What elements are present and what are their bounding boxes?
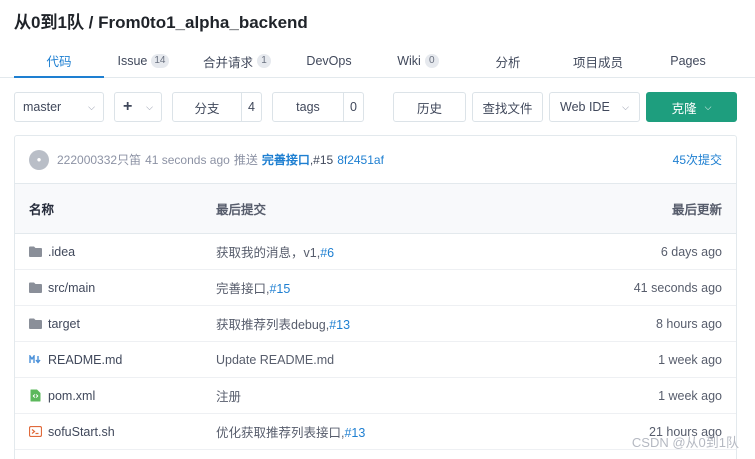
tags-button[interactable]: tags 0	[272, 92, 364, 122]
tab-issue[interactable]: Issue 14	[110, 44, 176, 78]
file-name-link[interactable]: pom.xml	[48, 389, 95, 403]
updated-time: 6 days ago	[660, 244, 722, 259]
avatar[interactable]: ●	[29, 149, 49, 170]
repo-tabs: 代码 Issue 14 合并请求 1 DevOps Wiki 0 分析 项目成员 Pa…	[0, 44, 755, 78]
history-button[interactable]: 历史	[393, 92, 466, 122]
file-name-link[interactable]: src/main	[48, 281, 95, 295]
chevron-down-icon: ⌵	[146, 101, 153, 112]
clone-button[interactable]: 克隆 ⌵	[646, 92, 737, 122]
repo-title: 从0到1队 / From0to1_alpha_backend	[14, 13, 308, 32]
commit-verb: 推送	[233, 153, 258, 167]
merge-request-count-badge: 1	[257, 54, 271, 68]
commit-message[interactable]: Update README.md	[216, 353, 334, 367]
file-name-link[interactable]: sofuStart.sh	[48, 425, 115, 439]
updated-time: 41 seconds ago	[633, 280, 722, 295]
tab-analytics[interactable]: 分析	[482, 44, 534, 78]
table-row[interactable]: target 获取推荐列表debug,#13 8 hours ago	[15, 306, 736, 342]
pr-ref-link[interactable]: #13	[329, 318, 350, 332]
commit-message[interactable]: 完善接口,	[216, 282, 269, 296]
table-row[interactable]: .idea 获取我的消息，v1,#6 6 days ago	[15, 234, 736, 270]
commit-message[interactable]: 获取推荐列表debug,	[216, 318, 329, 332]
pr-ref-link[interactable]: #13	[344, 426, 365, 440]
tab-merge-requests[interactable]: 合并请求 1	[196, 44, 278, 78]
web-ide-button[interactable]: Web IDE ⌵	[549, 92, 640, 122]
commit-message[interactable]: 注册	[216, 390, 241, 404]
pr-ref-link[interactable]: #6	[320, 246, 334, 260]
column-header-last-updated: 最后更新	[671, 203, 722, 217]
table-row[interactable]: README.md Update README.md 1 week ago	[15, 342, 736, 378]
tab-wiki[interactable]: Wiki 0	[390, 44, 446, 78]
table-row[interactable]: sofuStart.sh 优化获取推荐列表接口,#13 21 hours ago	[15, 414, 736, 450]
chevron-down-icon: ⌵	[704, 101, 712, 112]
plus-icon: +	[123, 98, 133, 115]
tab-members[interactable]: 项目成员	[566, 44, 630, 78]
commit-message-link[interactable]: 完善接口	[262, 151, 310, 168]
pr-ref-link[interactable]: #15	[269, 282, 290, 296]
total-commits-link[interactable]: 45次提交	[673, 151, 722, 168]
tab-code[interactable]: 代码	[14, 44, 104, 78]
issue-count-badge: 14	[151, 54, 169, 68]
branches-button[interactable]: 分支 4	[172, 92, 262, 122]
updated-time: 1 week ago	[658, 352, 722, 367]
wiki-count-badge: 0	[424, 54, 439, 68]
branches-count: 4	[241, 93, 261, 121]
file-name-link[interactable]: .idea	[48, 245, 75, 259]
folder-icon	[29, 282, 42, 294]
branch-select[interactable]: master ⌵	[14, 92, 104, 122]
chevron-down-icon: ⌵	[88, 101, 95, 112]
commit-time: 41 seconds ago	[145, 152, 230, 167]
repo-toolbar: master ⌵ + ⌵ 分支 4 tags 0 历史 查找文件 Web IDE…	[0, 92, 755, 122]
tab-devops[interactable]: DevOps	[296, 44, 362, 78]
commit-author[interactable]: 222000332只笛	[57, 151, 141, 168]
folder-icon	[29, 246, 42, 258]
file-name-link[interactable]: target	[48, 317, 80, 331]
tab-pages[interactable]: Pages	[664, 44, 712, 78]
file-name-link[interactable]: README.md	[48, 353, 122, 367]
commit-message[interactable]: 获取我的消息，v1,	[216, 246, 320, 260]
xml-file-icon	[29, 389, 42, 402]
table-row[interactable]: pom.xml 注册 1 week ago	[15, 378, 736, 414]
find-file-button[interactable]: 查找文件	[472, 92, 543, 122]
shell-file-icon	[29, 426, 42, 438]
updated-time: 1 week ago	[658, 388, 722, 403]
file-browser-panel: ● 222000332只笛 41 seconds ago 推送 完善接口 ,#1…	[14, 135, 737, 459]
column-header-name: 名称	[29, 203, 55, 217]
last-commit-bar: ● 222000332只笛 41 seconds ago 推送 完善接口 ,#1…	[15, 136, 736, 184]
folder-icon	[29, 318, 42, 330]
add-dropdown-button[interactable]: + ⌵	[114, 92, 162, 122]
file-table-header: 名称 最后提交 最后更新	[15, 184, 736, 234]
commit-sha-link[interactable]: 8f2451af	[337, 153, 384, 167]
updated-time: 8 hours ago	[655, 316, 722, 331]
markdown-icon	[29, 354, 42, 366]
column-header-last-commit: 最后提交	[216, 203, 267, 217]
tags-count: 0	[343, 93, 363, 121]
csdn-watermark: CSDN @从0到1队	[631, 435, 739, 450]
table-row[interactable]: src/main 完善接口,#15 41 seconds ago	[15, 270, 736, 306]
chevron-down-icon: ⌵	[622, 101, 629, 112]
commit-pr-ref[interactable]: ,#15	[310, 153, 333, 167]
commit-message[interactable]: 优化获取推荐列表接口,	[216, 426, 344, 440]
